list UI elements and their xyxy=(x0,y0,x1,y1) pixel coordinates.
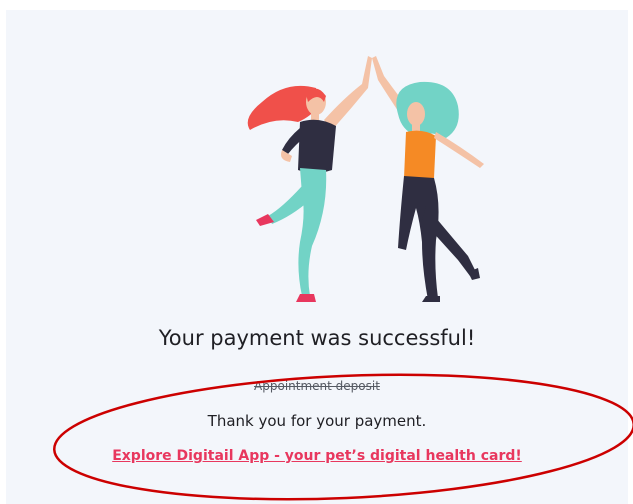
explore-digitail-link[interactable]: Explore Digitail App - your pet’s digita… xyxy=(6,448,628,464)
payment-success-page: Your payment was successful! Appointment… xyxy=(0,0,633,504)
thank-you-message: Thank you for your payment. xyxy=(207,412,427,430)
confirmation-card: Your payment was successful! Appointment… xyxy=(6,10,628,504)
success-title: Your payment was successful! xyxy=(158,326,476,350)
appointment-deposit-label: Appointment deposit xyxy=(254,379,380,393)
high-five-illustration xyxy=(247,56,484,302)
